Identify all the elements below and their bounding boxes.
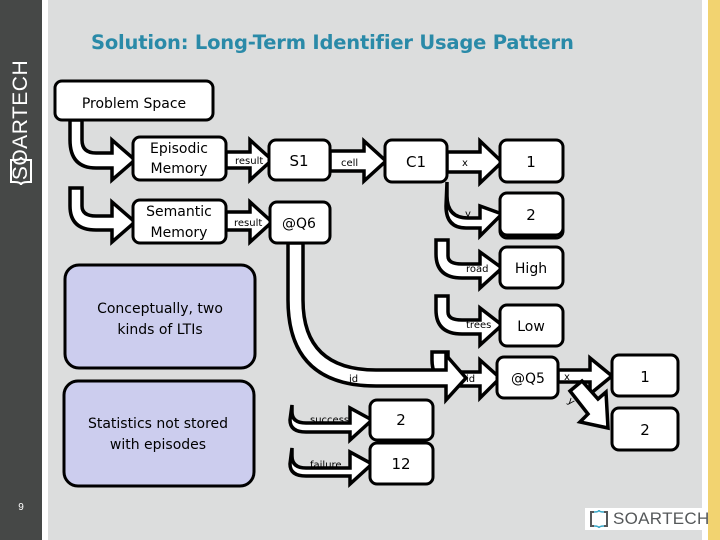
note-ltis-line2: kinds of LTIs (117, 322, 202, 338)
footer-logo: SOARTECH (585, 508, 709, 530)
label-problem-space: Problem Space (82, 96, 186, 112)
edge-label-trees: trees (466, 320, 491, 331)
label-y-value: 2 (526, 206, 536, 224)
edge-label-id-q6: id (349, 374, 358, 385)
label-q5-x-value: 1 (640, 368, 650, 386)
edge-label-id-q5: id (466, 374, 475, 385)
ltm-diagram: Problem Space Episodic Memory Semantic M… (53, 79, 680, 488)
edge-label-semantic-result: result (234, 218, 262, 229)
arrow-x (445, 136, 505, 188)
arrow-ps-semantic (68, 186, 138, 246)
edge-label-road: road (466, 264, 489, 275)
label-episodic-1: Episodic (150, 141, 208, 157)
brand-footer: SOARTECH (613, 509, 710, 528)
edge-label-q5-y: y (565, 396, 577, 408)
edge-label-q5-x: x (564, 372, 570, 383)
label-q5: @Q5 (511, 371, 545, 387)
edge-label-episodic-result: result (235, 156, 263, 167)
label-failure-value: 12 (391, 455, 410, 473)
note-stats-line2: with episodes (110, 437, 206, 453)
arrow-ps-episodic (68, 118, 138, 184)
label-road-value: High (515, 261, 547, 277)
arrow-q5-y (567, 378, 610, 431)
label-success-value: 2 (396, 411, 406, 429)
arrow-y (444, 181, 506, 241)
note-stats-line1: Statistics not stored (88, 416, 228, 432)
label-c1: C1 (406, 153, 426, 171)
label-x-value: 1 (526, 153, 536, 171)
edge-label-failure: failure (310, 460, 342, 471)
edge-label-x: x (462, 158, 468, 169)
edge-label-success: success (310, 415, 349, 426)
label-s1: S1 (289, 152, 308, 170)
label-semantic-1: Semantic (146, 204, 212, 220)
edge-label-cell: cell (341, 158, 358, 169)
label-episodic-2: Memory (151, 161, 208, 177)
note-ltis-line1: Conceptually, two (97, 301, 223, 317)
label-q6: @Q6 (282, 216, 316, 232)
note-stats-box (62, 379, 256, 488)
edge-label-y: y (465, 209, 471, 220)
label-trees-value: Low (517, 319, 545, 335)
label-semantic-2: Memory (151, 225, 208, 241)
soartech-bracket-icon (590, 509, 608, 529)
label-q5-y-value: 2 (640, 421, 650, 439)
